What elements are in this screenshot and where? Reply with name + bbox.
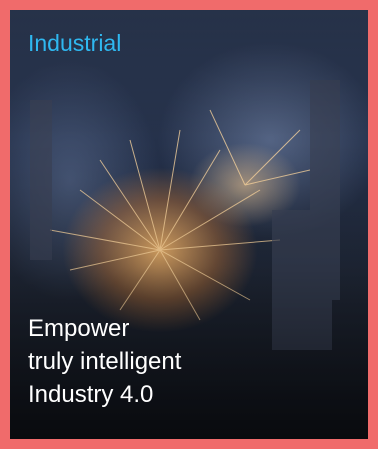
card-headline: Empower truly intelligent Industry 4.0	[28, 312, 181, 411]
card-category: Industrial	[28, 30, 122, 56]
headline-line: Empower	[28, 315, 130, 342]
headline-line: truly intelligent	[28, 348, 182, 375]
headline-line: Industry 4.0	[28, 381, 154, 408]
industrial-card[interactable]: Industrial Empower truly intelligent Ind…	[10, 10, 368, 439]
